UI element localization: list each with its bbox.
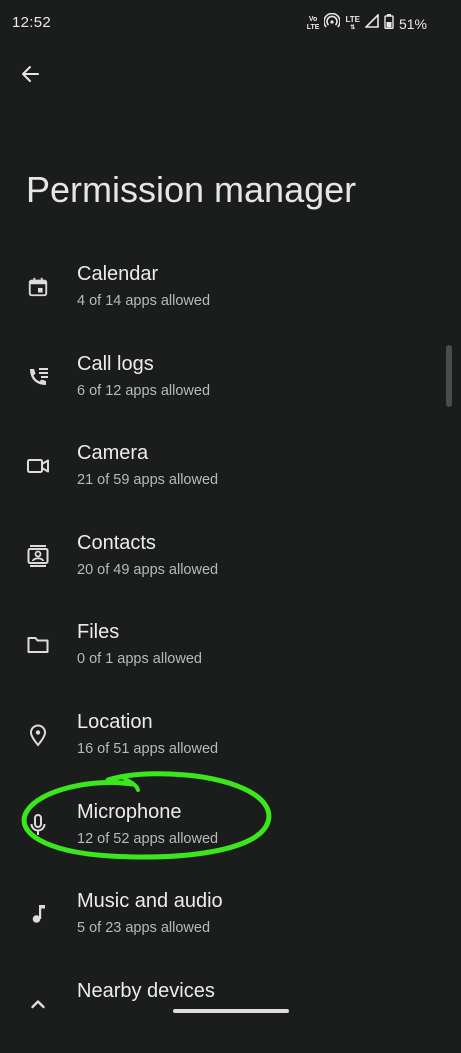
permission-item-microphone[interactable]: Microphone 12 of 52 apps allowed <box>0 785 461 875</box>
battery-icon <box>384 13 394 34</box>
scrollbar[interactable] <box>446 345 452 407</box>
battery-percentage: 51% <box>398 15 427 32</box>
call-log-icon <box>26 365 50 389</box>
calendar-icon <box>26 275 50 299</box>
page-title: Permission manager <box>26 169 357 210</box>
permission-list: Calendar 4 of 14 apps allowed Call logs … <box>0 247 461 1053</box>
volte-icon: Vo LTE <box>306 15 320 31</box>
permission-subtitle: 21 of 59 apps allowed <box>77 472 219 489</box>
permission-item-camera[interactable]: Camera 21 of 59 apps allowed <box>0 426 461 516</box>
permission-subtitle: 4 of 14 apps allowed <box>77 293 211 309</box>
status-icons: Vo LTE LTE ⇅ 51% <box>306 12 427 34</box>
location-pin-icon <box>26 723 50 747</box>
permission-item-call-logs[interactable]: Call logs 6 of 12 apps allowed <box>0 337 461 427</box>
permission-item-contacts[interactable]: Contacts 20 of 49 apps allowed <box>0 516 461 606</box>
permission-subtitle: 5 of 23 apps allowed <box>77 920 211 937</box>
permission-item-calendar[interactable]: Calendar 4 of 14 apps allowed <box>0 247 461 337</box>
permission-label: Location <box>77 710 153 733</box>
permission-label: Call logs <box>77 352 154 375</box>
hotspot-icon <box>323 12 342 34</box>
microphone-icon <box>26 813 50 837</box>
camera-icon <box>26 454 50 478</box>
permission-subtitle: 20 of 49 apps allowed <box>77 561 219 578</box>
status-bar: 12:52 Vo LTE LTE ⇅ 51% <box>0 0 461 46</box>
lte-icon: LTE ⇅ <box>345 14 360 31</box>
gesture-nav-handle[interactable] <box>173 1009 289 1013</box>
permission-item-location[interactable]: Location 16 of 51 apps allowed <box>0 695 461 785</box>
permission-label: Calendar <box>77 263 159 285</box>
permission-item-files[interactable]: Files 0 of 1 apps allowed <box>0 605 461 695</box>
permission-label: Camera <box>77 442 149 465</box>
music-note-icon <box>26 902 50 926</box>
permission-subtitle: 12 of 52 apps allowed <box>77 830 219 847</box>
permission-label: Microphone <box>77 800 182 823</box>
contacts-icon <box>26 544 50 568</box>
permission-label: Contacts <box>77 531 156 554</box>
signal-icon <box>364 13 379 33</box>
permission-item-music-and-audio[interactable]: Music and audio 5 of 23 apps allowed <box>0 874 461 964</box>
permission-subtitle: 6 of 12 apps allowed <box>77 382 211 399</box>
folder-icon <box>26 633 50 657</box>
permission-label: Nearby devices <box>77 979 215 1002</box>
back-arrow-icon <box>20 64 40 89</box>
permission-subtitle: 16 of 51 apps allowed <box>77 740 219 757</box>
permission-label: Music and audio <box>77 890 223 913</box>
permission-label: Files <box>77 621 120 644</box>
permission-subtitle: 0 of 1 apps allowed <box>77 651 202 668</box>
status-time: 12:52 <box>12 14 52 31</box>
back-button[interactable] <box>14 60 46 92</box>
nearby-devices-icon <box>26 992 50 1016</box>
